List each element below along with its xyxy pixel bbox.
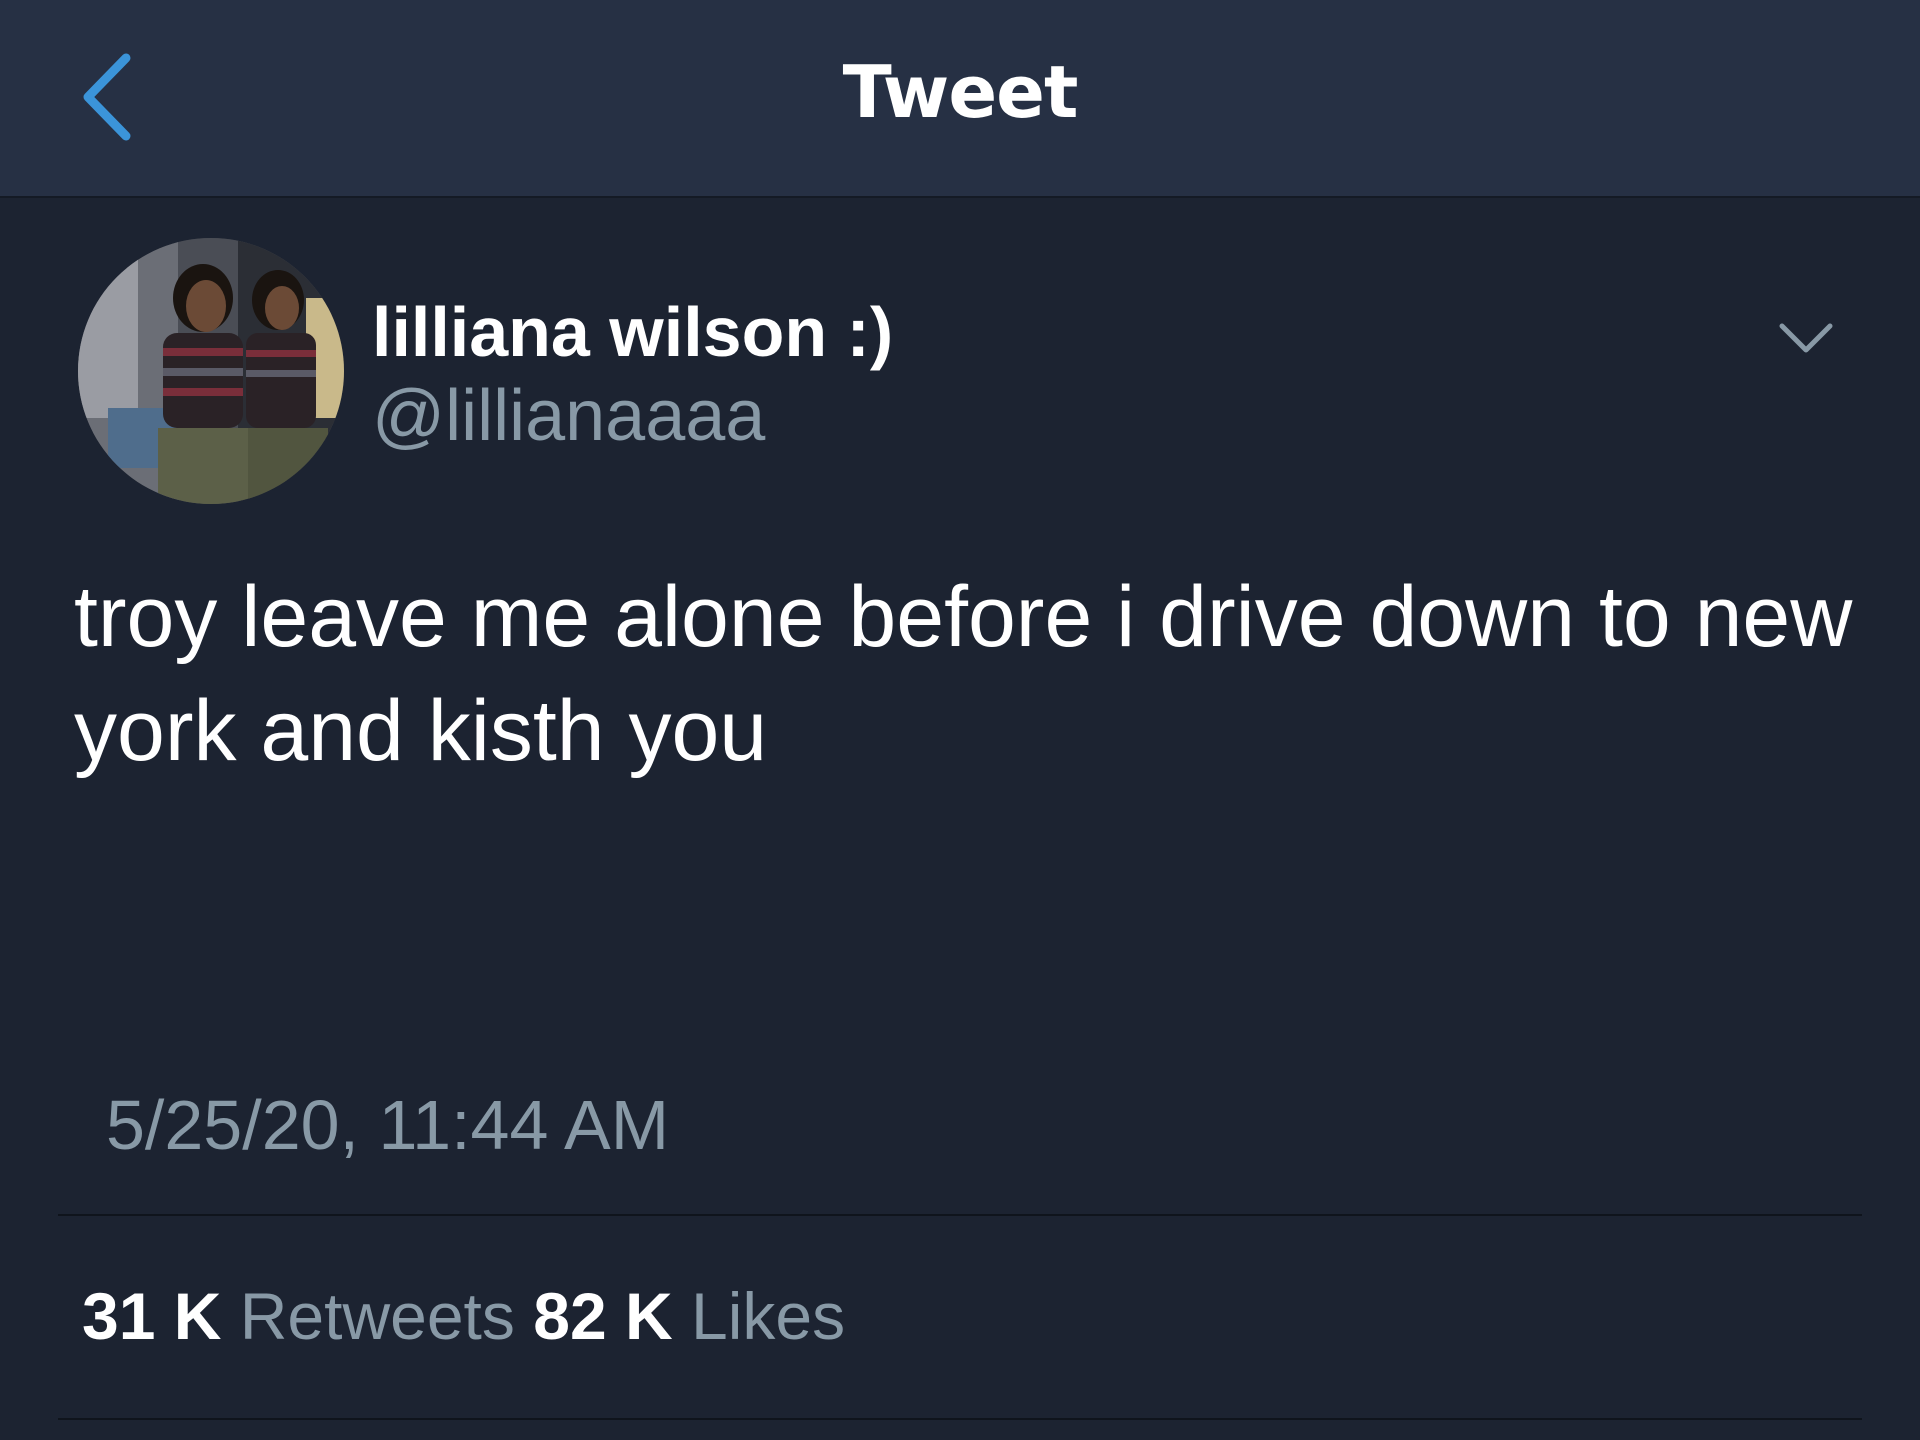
page-title: Tweet [842,50,1079,134]
tweet-timestamp: 5/25/20, 11:44 AM [106,1086,670,1164]
tweet-text: troy leave me alone before i drive down … [74,569,1853,779]
retweets-label: Retweets [239,1279,515,1353]
divider [58,1214,1862,1216]
retweets-count: 31 K [82,1279,222,1353]
display-name[interactable]: lilliana wilson :) [372,292,893,372]
nav-bar: Tweet [0,0,1920,198]
likes-label: Likes [691,1279,846,1353]
likes-count: 82 K [533,1279,673,1353]
tweet-stats: 31 K Retweets 82 K Likes [82,1278,845,1354]
user-handle[interactable]: @lillianaaaa [372,375,765,457]
likes-stat[interactable]: 82 K Likes [533,1279,845,1353]
retweets-stat[interactable]: 31 K Retweets [82,1279,515,1353]
avatar[interactable] [78,238,344,504]
avatar-photo [78,238,344,504]
divider [58,1418,1862,1420]
chevron-down-icon[interactable] [1776,318,1836,358]
